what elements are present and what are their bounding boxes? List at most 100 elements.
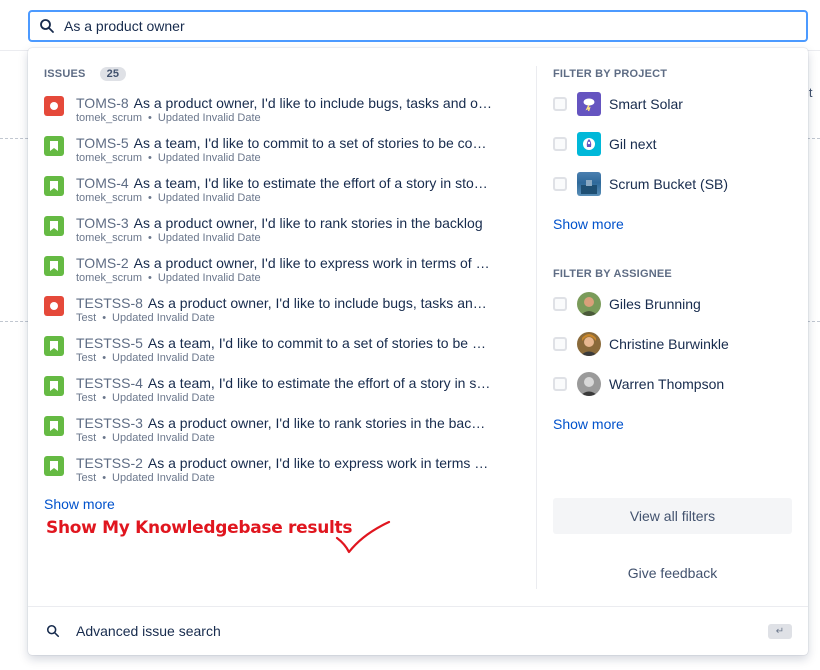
assignee-name: Christine Burwinkle [609, 336, 729, 352]
issue-updated: Updated Invalid Date [112, 432, 215, 444]
issue-project: Test [76, 392, 97, 404]
story-icon [44, 136, 64, 156]
story-icon [44, 336, 64, 356]
issue-summary: As a team, I'd like to commit to a set o… [147, 335, 492, 351]
give-feedback-link[interactable]: Give feedback [553, 565, 792, 581]
story-icon [44, 176, 64, 196]
avatar-icon [577, 332, 601, 356]
filter-section: FILTER BY PROJECT Smart Solar Gil next S… [553, 66, 793, 444]
meta-separator: • [148, 112, 152, 124]
issue-text: TESTSS-8 As a product owner, I'd like to … [76, 294, 492, 325]
issue-result-item[interactable]: TESTSS-5 As a team, I'd like to commit to… [44, 334, 524, 374]
issue-result-item[interactable]: TOMS-4 As a team, I'd like to estimate th… [44, 174, 524, 214]
issue-summary: As a team, I'd like to estimate the effo… [147, 375, 492, 391]
view-all-filters-button[interactable]: View all filters [553, 498, 792, 534]
search-results-dropdown: ISSUES 25 TOMS-8 As a product owner, I'd … [28, 48, 808, 655]
issue-key: TOMS-4 [76, 175, 129, 191]
issue-project: tomek_scrum [76, 192, 143, 204]
assignee-name: Warren Thompson [609, 376, 725, 392]
issue-project: Test [76, 472, 97, 484]
search-icon [46, 624, 60, 638]
issues-section: ISSUES 25 TOMS-8 As a product owner, I'd … [44, 66, 524, 494]
issues-count-badge: 25 [99, 67, 127, 81]
issue-key: TOMS-2 [76, 255, 129, 271]
issue-result-item[interactable]: TESTSS-2 As a product owner, I'd like to … [44, 454, 524, 494]
checkbox[interactable] [553, 137, 567, 151]
meta-separator: • [148, 232, 152, 244]
project-name: Scrum Bucket (SB) [609, 176, 729, 192]
issue-summary: As a product owner, I'd like to express … [133, 255, 492, 271]
issue-text: TESTSS-5 As a team, I'd like to commit to… [76, 334, 492, 365]
issue-key: TESTSS-2 [76, 455, 143, 471]
meta-separator: • [102, 392, 107, 404]
issue-key: TESTSS-8 [76, 295, 143, 311]
meta-separator: • [102, 472, 107, 484]
avatar-icon [577, 292, 601, 316]
project-show-more-link[interactable]: Show more [553, 216, 624, 232]
issue-result-item[interactable]: TOMS-3 As a product owner, I'd like to ra… [44, 214, 524, 254]
checkbox[interactable] [553, 337, 567, 351]
bug-icon [44, 96, 64, 116]
issue-text: TOMS-5 As a team, I'd like to commit to a… [76, 134, 492, 165]
issue-key: TOMS-5 [76, 135, 129, 151]
assignee-filter-item[interactable]: Warren Thompson [553, 364, 793, 404]
filter-project-heading: FILTER BY PROJECT [553, 68, 668, 80]
project-name: Smart Solar [609, 96, 683, 112]
issues-heading: ISSUES 25 [44, 66, 524, 82]
advanced-issue-search-label: Advanced issue search [76, 623, 221, 639]
project-filter-item[interactable]: Scrum Bucket (SB) [553, 164, 793, 204]
issue-result-item[interactable]: TOMS-8 As a product owner, I'd like to in… [44, 94, 524, 134]
issue-list: TOMS-8 As a product owner, I'd like to in… [44, 94, 524, 494]
assignee-show-more-link[interactable]: Show more [553, 416, 624, 432]
project-filter-item[interactable]: Smart Solar [553, 84, 793, 124]
project-filter-list: Smart Solar Gil next Scrum Bucket (SB) [553, 84, 793, 204]
project-filter-item[interactable]: Gil next [553, 124, 793, 164]
issue-result-item[interactable]: TOMS-5 As a team, I'd like to commit to a… [44, 134, 524, 174]
issue-text: TOMS-8 As a product owner, I'd like to in… [76, 94, 492, 125]
knowledgebase-annotation: Show My Knowledgebase results [46, 518, 353, 538]
issues-show-more-link[interactable]: Show more [44, 496, 115, 512]
issue-key: TOMS-3 [76, 215, 129, 231]
story-icon [44, 216, 64, 236]
checkbox[interactable] [553, 297, 567, 311]
issue-result-item[interactable]: TESTSS-4 As a team, I'd like to estimate … [44, 374, 524, 414]
story-icon [44, 456, 64, 476]
search-box[interactable] [28, 10, 808, 42]
issue-updated: Updated Invalid Date [112, 472, 215, 484]
issue-updated: Updated Invalid Date [157, 112, 261, 124]
checkbox[interactable] [553, 177, 567, 191]
issue-text: TOMS-2 As a product owner, I'd like to ex… [76, 254, 492, 285]
issue-updated: Updated Invalid Date [112, 392, 215, 404]
issue-project: Test [76, 352, 97, 364]
issue-result-item[interactable]: TESTSS-3 As a product owner, I'd like to … [44, 414, 524, 454]
issue-result-item[interactable]: TESTSS-8 As a product owner, I'd like to … [44, 294, 524, 334]
issue-result-item[interactable]: TOMS-2 As a product owner, I'd like to ex… [44, 254, 524, 294]
search-icon [40, 19, 54, 33]
checkbox[interactable] [553, 97, 567, 111]
assignee-filter-item[interactable]: Christine Burwinkle [553, 324, 793, 364]
meta-separator: • [102, 312, 107, 324]
advanced-issue-search-row[interactable]: Advanced issue search ↵ [28, 606, 808, 655]
issue-updated: Updated Invalid Date [157, 272, 261, 284]
issue-project: tomek_scrum [76, 272, 143, 284]
issue-summary: As a product owner, I'd like to include … [147, 295, 492, 311]
issue-updated: Updated Invalid Date [157, 232, 261, 244]
issue-summary: As a product owner, I'd like to express … [147, 455, 492, 471]
issue-key: TESTSS-4 [76, 375, 143, 391]
meta-separator: • [148, 272, 152, 284]
issue-summary: As a product owner, I'd like to include … [133, 95, 492, 111]
search-input[interactable] [64, 18, 806, 34]
cloud-bolt-icon [577, 92, 601, 116]
checkbox[interactable] [553, 377, 567, 391]
filter-assignee-heading: FILTER BY ASSIGNEE [553, 268, 672, 280]
assignee-filter-item[interactable]: Giles Brunning [553, 284, 793, 324]
avatar-icon [577, 372, 601, 396]
story-icon [44, 416, 64, 436]
bug-icon [44, 296, 64, 316]
story-icon [44, 256, 64, 276]
issue-summary: As a product owner, I'd like to rank sto… [133, 215, 483, 231]
meta-separator: • [148, 152, 152, 164]
issue-text: TESTSS-3 As a product owner, I'd like to … [76, 414, 492, 445]
issue-project: tomek_scrum [76, 112, 143, 124]
issue-key: TESTSS-3 [76, 415, 143, 431]
